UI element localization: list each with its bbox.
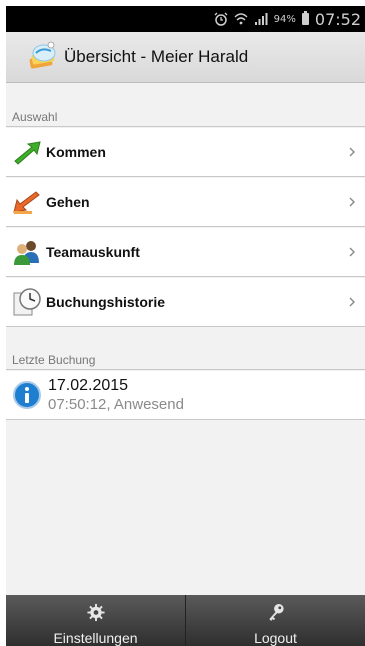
arrow-up-right-green-icon [14,141,41,165]
chevron-right-icon [349,247,355,257]
last-booking-item[interactable]: 17.02.2015 07:50:12, Anwesend [6,371,365,420]
page-title: Übersicht - Meier Harald [64,47,249,66]
menu-item-kommen[interactable]: Kommen [6,128,365,177]
last-booking-text: 17.02.2015 07:50:12, Anwesend [48,376,184,414]
last-booking-date: 17.02.2015 [48,377,129,394]
battery-icon [301,11,309,25]
app-frame: 94% 07:52 Übersicht - Meier Harald Auswa… [6,6,365,646]
bottom-tab-bar: Einstellungen Logout [6,595,365,646]
chevron-right-icon [349,197,355,207]
gear-icon [86,603,105,622]
signal-icon [254,12,268,26]
app-logo-icon[interactable] [24,39,60,75]
info-icon [13,381,41,409]
menu-item-teamauskunft[interactable]: Teamauskunft [6,228,365,277]
wifi-icon [234,12,248,26]
last-booking-detail: 07:50:12, Anwesend [48,396,184,413]
chevron-right-icon [349,147,355,157]
menu-label-kommen: Kommen [46,144,106,160]
menu-item-gehen[interactable]: Gehen [6,178,365,227]
team-icon [14,241,39,265]
menu-label-gehen: Gehen [46,194,90,210]
tab-logout[interactable]: Logout [185,595,365,646]
tab-label-logout: Logout [254,630,297,646]
battery-percent: 94% [273,13,296,25]
action-bar: Übersicht - Meier Harald [6,32,365,83]
key-icon [268,603,284,622]
clock-history-icon [13,288,41,316]
menu-label-buchungshistorie: Buchungshistorie [46,294,166,310]
tab-einstellungen[interactable]: Einstellungen [6,595,185,646]
status-bar: 94% 07:52 [6,6,365,32]
clock-time: 07:52 [314,9,361,29]
section-header-letzte-buchung: Letzte Buchung [6,348,365,370]
chevron-right-icon [349,297,355,307]
menu-item-buchungshistorie[interactable]: Buchungshistorie [6,278,365,327]
menu-label-teamauskunft: Teamauskunft [46,244,140,260]
tab-label-einstellungen: Einstellungen [53,630,138,646]
alarm-icon [214,12,228,26]
section-header-auswahl: Auswahl [6,105,365,127]
arrow-down-left-orange-icon [13,191,40,214]
